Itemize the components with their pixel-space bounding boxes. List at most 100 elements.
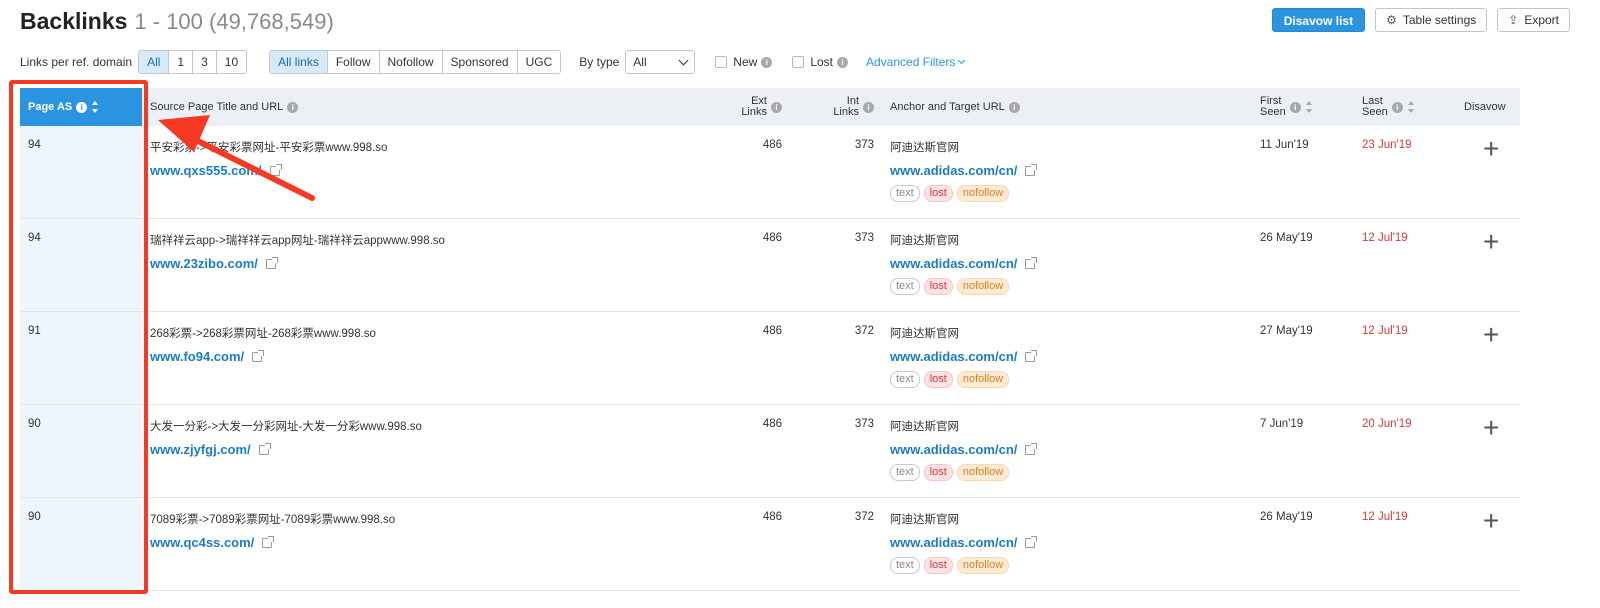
external-link-icon[interactable] [1025, 163, 1038, 176]
anchor-cell: 阿迪达斯官网 www.adidas.com/cn/ text lost nofoll… [882, 219, 1252, 311]
last-seen-cell: 12 Jul'19 [1362, 511, 1408, 523]
table-row: 94 平安彩票->平安彩票网址-平安彩票www.998.so www.qxs55… [20, 126, 1520, 219]
advanced-filters-link[interactable]: Advanced Filters [866, 55, 966, 69]
lost-tag: lost [923, 185, 953, 202]
target-url-link[interactable]: www.adidas.com/cn/ [890, 535, 1244, 550]
external-link-icon[interactable] [1025, 442, 1038, 455]
first-seen-cell: 7 Jun'19 [1260, 418, 1304, 430]
external-link-icon[interactable] [265, 256, 278, 269]
column-source-label: Source Page Title and URL [150, 101, 284, 113]
links-per-domain-all[interactable]: All [139, 51, 169, 73]
plus-icon[interactable]: + [1464, 321, 1512, 349]
target-url-link[interactable]: www.adidas.com/cn/ [890, 349, 1244, 364]
column-disavow-label: Disavow [1464, 101, 1506, 113]
text-tag: text [890, 185, 920, 202]
lost-tag: lost [923, 557, 953, 574]
first-seen-cell: 26 May'19 [1260, 232, 1313, 244]
column-page-as-label: Page AS [28, 101, 73, 113]
disavow-list-button[interactable]: Disavow list [1271, 8, 1366, 32]
anchor-text: 阿迪达斯官网 [890, 421, 959, 433]
export-button[interactable]: ⇪ Export [1497, 8, 1570, 32]
column-last-seen-label-2: Seen [1362, 106, 1388, 118]
page-title: Backlinks [20, 8, 128, 34]
ext-links-cell: 486 [762, 139, 782, 151]
links-per-domain-10[interactable]: 10 [215, 51, 247, 73]
external-link-icon[interactable] [262, 535, 275, 548]
link-type-nofollow[interactable]: Nofollow [378, 51, 442, 73]
column-last-seen[interactable]: Last Seen i [1354, 88, 1456, 126]
source-cell: 瑞祥祥云app->瑞祥祥云app网址-瑞祥祥云appwww.998.so www… [142, 219, 698, 311]
chevron-down-icon [958, 56, 966, 64]
column-int-links-label-2: Links [833, 106, 859, 118]
external-link-icon[interactable] [269, 163, 282, 176]
page-header: Backlinks 1 - 100 (49,768,549) [20, 8, 334, 38]
page-as-cell: 90 [20, 498, 142, 590]
int-links-cell: 372 [854, 325, 874, 337]
last-seen-cell: 23 Jun'19 [1362, 139, 1412, 151]
source-title: 大发一分彩->大发一分彩网址-大发一分彩www.998.so [150, 421, 422, 433]
by-type-label: By type [579, 55, 620, 69]
plus-icon[interactable]: + [1464, 507, 1512, 535]
external-link-icon[interactable] [1025, 256, 1038, 269]
lost-tag: lost [923, 464, 953, 481]
target-url-link[interactable]: www.adidas.com/cn/ [890, 256, 1244, 271]
new-checkbox[interactable] [715, 56, 728, 68]
info-icon: i [287, 101, 299, 113]
text-tag: text [890, 557, 920, 574]
links-per-domain-toggle: All 1 3 10 [138, 50, 248, 74]
disavow-cell: + [1456, 498, 1520, 590]
target-url: www.adidas.com/cn/ [890, 349, 1018, 364]
anchor-cell: 阿迪达斯官网 www.adidas.com/cn/ text lost nofoll… [882, 126, 1252, 218]
source-url: www.fo94.com/ [150, 349, 245, 364]
source-cell: 大发一分彩->大发一分彩网址-大发一分彩www.998.so www.zjyfg… [142, 405, 698, 497]
column-source: Source Page Title and URL i [142, 88, 698, 126]
page-as-cell: 94 [20, 219, 142, 311]
target-url-link[interactable]: www.adidas.com/cn/ [890, 163, 1244, 178]
text-tag: text [890, 278, 920, 295]
lost-checkbox[interactable] [792, 56, 805, 68]
anchor-text: 阿迪达斯官网 [890, 142, 959, 154]
link-type-follow[interactable]: Follow [326, 51, 379, 73]
export-label: Export [1524, 13, 1559, 27]
source-url-link[interactable]: www.zjyfgj.com/ [150, 442, 690, 457]
info-icon: i [1391, 101, 1403, 113]
source-url-link[interactable]: www.qxs555.com/ [150, 163, 690, 178]
by-type-select[interactable]: All [625, 50, 696, 74]
links-per-domain-1[interactable]: 1 [168, 51, 193, 73]
table-row: 94 瑞祥祥云app->瑞祥祥云app网址-瑞祥祥云appwww.998.so … [20, 219, 1520, 312]
info-icon: i [76, 101, 88, 113]
column-anchor: Anchor and Target URL i [882, 88, 1252, 126]
source-url-link[interactable]: www.23zibo.com/ [150, 256, 690, 271]
target-url: www.adidas.com/cn/ [890, 256, 1018, 271]
plus-icon[interactable]: + [1464, 228, 1512, 256]
column-first-seen[interactable]: First Seen i [1252, 88, 1354, 126]
chevron-down-icon [678, 55, 689, 65]
results-range: 1 - 100 (49,768,549) [134, 9, 334, 34]
new-label: New [733, 55, 758, 69]
filters-bar: Links per ref. domain All 1 3 10 All lin… [20, 50, 966, 74]
link-type-sponsored[interactable]: Sponsored [441, 51, 517, 73]
table-settings-button[interactable]: ⚙ Table settings [1375, 8, 1488, 32]
anchor-text: 阿迪达斯官网 [890, 235, 959, 247]
plus-icon[interactable]: + [1464, 135, 1512, 163]
link-type-ugc[interactable]: UGC [516, 51, 561, 73]
target-url-link[interactable]: www.adidas.com/cn/ [890, 442, 1244, 457]
lost-tag: lost [923, 278, 953, 295]
column-page-as[interactable]: Page AS i [20, 88, 142, 126]
link-tags: text lost nofollow [890, 278, 1244, 295]
external-link-icon[interactable] [258, 442, 271, 455]
backlinks-table: Page AS i Source Page Title and URL i Ex… [20, 88, 1520, 591]
source-url-link[interactable]: www.fo94.com/ [150, 349, 690, 364]
column-first-seen-label-2: Seen [1260, 106, 1286, 118]
external-link-icon[interactable] [252, 349, 265, 362]
target-url: www.adidas.com/cn/ [890, 163, 1018, 178]
links-per-domain-3[interactable]: 3 [192, 51, 216, 73]
source-url-link[interactable]: www.qc4ss.com/ [150, 535, 690, 550]
links-per-domain-label: Links per ref. domain [20, 55, 133, 69]
top-actions: Disavow list ⚙ Table settings ⇪ Export [1271, 8, 1570, 32]
link-type-all-links[interactable]: All links [270, 51, 327, 73]
external-link-icon[interactable] [1025, 535, 1038, 548]
plus-icon[interactable]: + [1464, 414, 1512, 442]
column-disavow: Disavow [1456, 88, 1520, 126]
external-link-icon[interactable] [1025, 349, 1038, 362]
